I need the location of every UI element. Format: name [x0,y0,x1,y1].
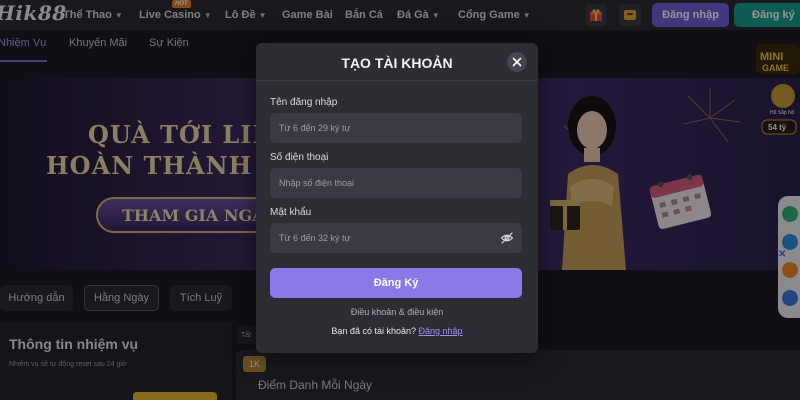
login-prompt: Bạn đã có tài khoản? Đăng nhập [256,326,538,336]
modal-title: TẠO TÀI KHOẢN [341,55,453,71]
modal-divider [256,80,538,81]
app-root: Hik88 Thể Thao ▼ Live Casino ▼ HOT Lô Đề ▼ … [0,0,800,400]
register-modal: TẠO TÀI KHOẢN Tên đăng nhập Số điện thoạ… [256,43,538,353]
phone-label: Số điện thoại [270,152,329,163]
phone-input[interactable] [270,168,522,198]
close-icon [512,57,522,67]
password-label: Mật khẩu [270,207,312,218]
username-label: Tên đăng nhập [270,97,338,108]
have-account-text: Bạn đã có tài khoản? [331,326,416,336]
login-link[interactable]: Đăng nhập [419,326,463,336]
username-input[interactable] [270,113,522,143]
eye-off-icon[interactable] [500,231,514,245]
close-button[interactable] [507,52,527,72]
password-input[interactable] [270,223,522,253]
terms-link[interactable]: Điều khoản & điều kiện [256,307,538,317]
register-submit-button[interactable]: Đăng Ký [270,268,522,298]
